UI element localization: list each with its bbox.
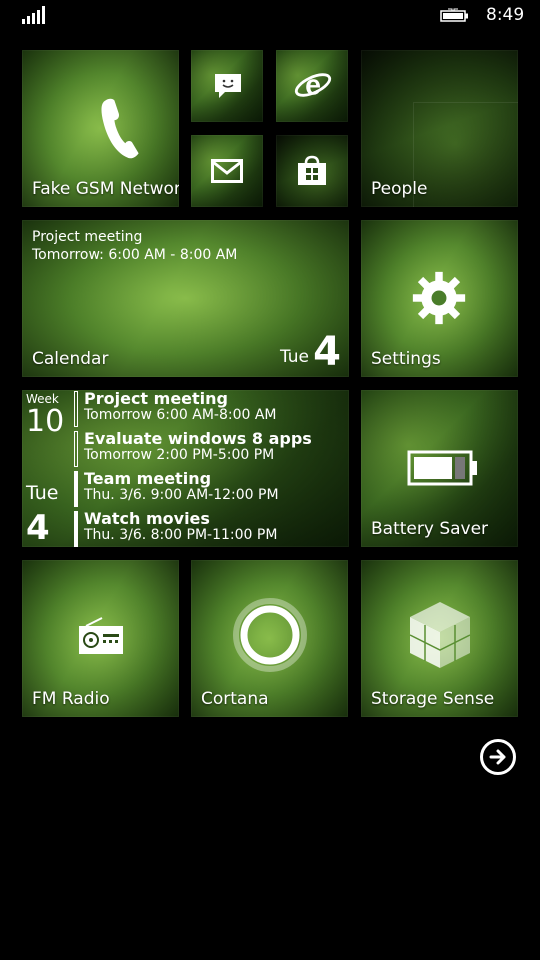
fm-radio-tile-label: FM Radio	[32, 689, 110, 709]
store-icon	[298, 155, 326, 185]
battery-icon	[407, 450, 477, 486]
gear-icon	[412, 271, 466, 325]
calendar-tile[interactable]: Project meeting Tomorrow: 6:00 AM - 8:00…	[22, 220, 349, 377]
agenda-week-number: 10	[26, 404, 65, 439]
calendar-tile-label: Calendar	[32, 349, 109, 369]
settings-tile-label: Settings	[371, 349, 441, 369]
cortana-tile-label: Cortana	[201, 689, 269, 709]
agenda-day-number: 4	[26, 508, 50, 547]
mail-tile[interactable]	[191, 135, 263, 207]
agenda-tile[interactable]: Week 10 Tue 4 Project meeting Tomorrow 6…	[22, 390, 349, 547]
agenda-event-marker	[74, 511, 78, 547]
agenda-event-time: Thu. 3/6. 9:00 AM-12:00 PM	[84, 487, 279, 503]
phone-icon	[101, 98, 139, 159]
agenda-event-marker	[74, 391, 78, 427]
calendar-event-title: Project meeting	[32, 229, 143, 245]
phone-tile-label: Fake GSM Network	[32, 179, 179, 199]
radio-icon	[79, 617, 123, 654]
cortana-circle-icon	[233, 598, 307, 672]
calendar-event-time: Tomorrow: 6:00 AM - 8:00 AM	[32, 247, 238, 263]
svg-text:e: e	[305, 70, 321, 102]
internet-explorer-icon: e	[294, 70, 332, 102]
agenda-event-time: Tomorrow 2:00 PM-5:00 PM	[84, 447, 275, 463]
cortana-tile[interactable]: Cortana	[191, 560, 348, 717]
agenda-event-marker	[74, 471, 78, 507]
agenda-event: Evaluate windows 8 apps Tomorrow 2:00 PM…	[74, 429, 312, 467]
agenda-event-time: Thu. 3/6. 8:00 PM-11:00 PM	[84, 527, 278, 543]
battery-saver-tile-label: Battery Saver	[371, 519, 489, 539]
storage-cube-icon	[409, 602, 471, 668]
agenda-event-title: Watch movies	[84, 509, 210, 528]
agenda-event: Team meeting Thu. 3/6. 9:00 AM-12:00 PM	[74, 469, 279, 507]
start-screen-tiles: Fake GSM Network e People Project meetin…	[0, 0, 540, 960]
settings-tile[interactable]: Settings	[361, 220, 518, 377]
calendar-date: 4	[313, 329, 341, 375]
store-tile[interactable]	[276, 135, 348, 207]
agenda-event: Watch movies Thu. 3/6. 8:00 PM-11:00 PM	[74, 509, 278, 547]
messaging-icon	[215, 74, 241, 98]
fm-radio-tile[interactable]: FM Radio	[22, 560, 179, 717]
storage-sense-tile[interactable]: Storage Sense	[361, 560, 518, 717]
agenda-day-of-week: Tue	[26, 482, 59, 504]
all-apps-button[interactable]	[480, 739, 516, 775]
messaging-tile[interactable]	[191, 50, 263, 122]
calendar-next-event: Project meeting Tomorrow: 6:00 AM - 8:00…	[32, 228, 237, 264]
people-photo-grid	[413, 102, 518, 207]
people-tile-label: People	[371, 179, 428, 199]
people-tile[interactable]: People	[361, 50, 518, 207]
agenda-event-title: Evaluate windows 8 apps	[84, 429, 312, 448]
agenda-event: Project meeting Tomorrow 6:00 AM-8:00 AM	[74, 390, 277, 427]
phone-tile[interactable]: Fake GSM Network	[22, 50, 179, 207]
battery-saver-tile[interactable]: Battery Saver	[361, 390, 518, 547]
agenda-event-time: Tomorrow 6:00 AM-8:00 AM	[84, 407, 277, 423]
arrow-right-circle-icon	[489, 749, 506, 765]
agenda-event-title: Team meeting	[84, 469, 212, 488]
agenda-event-marker	[74, 431, 78, 467]
mail-icon	[211, 159, 243, 183]
agenda-event-title: Project meeting	[84, 390, 228, 408]
storage-sense-tile-label: Storage Sense	[371, 689, 495, 709]
internet-explorer-tile[interactable]: e	[276, 50, 348, 122]
calendar-day: Tue	[279, 347, 309, 367]
